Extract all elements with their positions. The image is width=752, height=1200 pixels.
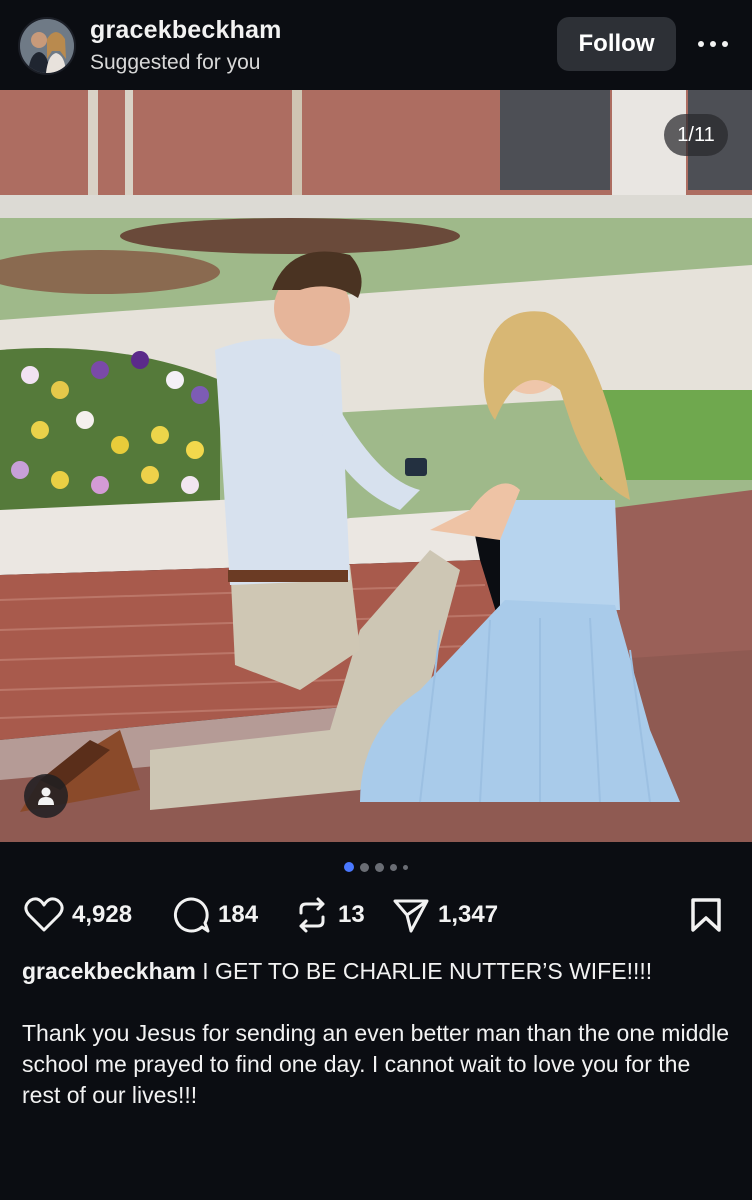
post-photo[interactable]: 1/11 [0, 90, 752, 842]
caption-username[interactable]: gracekbeckham [22, 958, 196, 984]
tagged-users-button[interactable] [24, 774, 68, 818]
bookmark-icon [691, 898, 721, 932]
carousel-dot [360, 862, 369, 872]
carousel-dot [390, 863, 397, 871]
post-caption: gracekbeckham I GET TO BE CHARLIE NUTTER… [22, 956, 734, 1111]
save-button[interactable] [690, 892, 722, 938]
media-counter: 1/11 [664, 114, 728, 156]
carousel-dot [403, 864, 408, 870]
more-horizontal-icon [698, 41, 728, 47]
carousel-dot-active [344, 862, 354, 872]
more-options-button[interactable] [690, 22, 736, 66]
repost-count: 13 [338, 901, 365, 928]
carousel-indicator [0, 860, 752, 874]
comment-icon [173, 897, 210, 933]
comment-count: 184 [218, 901, 259, 928]
proposal-photo-illustration [0, 90, 752, 842]
repost-icon [299, 897, 325, 933]
caption-headline: I GET TO BE CHARLIE NUTTER’S WIFE!!!! [202, 958, 653, 984]
post-username[interactable]: gracekbeckham [90, 16, 282, 45]
like-button[interactable]: 4,928 [24, 892, 132, 938]
post-header: gracekbeckham Suggested for you Follow [0, 0, 752, 90]
carousel-dot [375, 862, 384, 872]
suggested-label: Suggested for you [90, 51, 261, 74]
person-icon [38, 787, 54, 805]
share-button[interactable]: 1,347 [392, 892, 498, 938]
avatar[interactable] [18, 17, 76, 75]
comment-button[interactable]: 184 [172, 892, 258, 938]
heart-icon [24, 897, 64, 932]
follow-button[interactable]: Follow [557, 17, 676, 71]
caption-body: Thank you Jesus for sending an even bett… [22, 1020, 730, 1108]
repost-button[interactable]: 13 [294, 892, 365, 938]
share-count: 1,347 [438, 901, 499, 928]
action-bar: 4,928 184 13 1,347 [0, 892, 752, 938]
send-icon [393, 899, 429, 933]
like-count: 4,928 [72, 901, 133, 928]
